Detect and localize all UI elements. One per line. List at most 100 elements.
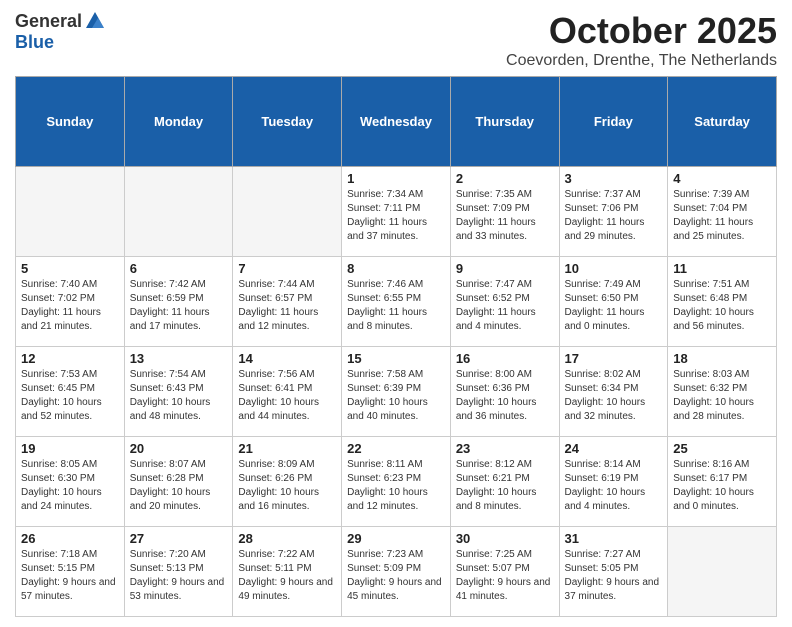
day-info: Sunrise: 7:56 AMSunset: 6:41 PMDaylight:… xyxy=(238,368,336,424)
day-number: 5 xyxy=(21,261,119,276)
day-number: 18 xyxy=(673,351,771,366)
month-title: October 2025 xyxy=(506,10,777,52)
day-info: Sunrise: 7:51 AMSunset: 6:48 PMDaylight:… xyxy=(673,278,771,334)
day-number: 26 xyxy=(21,531,119,546)
day-info: Sunrise: 8:14 AMSunset: 6:19 PMDaylight:… xyxy=(565,458,663,514)
day-info: Sunrise: 8:11 AMSunset: 6:23 PMDaylight:… xyxy=(347,458,445,514)
calendar-cell: 30Sunrise: 7:25 AMSunset: 5:07 PMDayligh… xyxy=(450,527,559,617)
day-number: 3 xyxy=(565,171,663,186)
day-number: 23 xyxy=(456,441,554,456)
calendar-cell: 9 Sunrise: 7:47 AMSunset: 6:52 PMDaylight… xyxy=(450,257,559,347)
day-number: 12 xyxy=(21,351,119,366)
day-number: 2 xyxy=(456,171,554,186)
calendar-cell: 18 Sunrise: 8:03 AMSunset: 6:32 PMDayligh… xyxy=(668,347,777,437)
calendar-cell: 23 Sunrise: 8:12 AMSunset: 6:21 PMDayligh… xyxy=(450,437,559,527)
day-info: Sunrise: 8:03 AMSunset: 6:32 PMDaylight:… xyxy=(673,368,771,424)
week-row-1: 5 Sunrise: 7:40 AMSunset: 7:02 PMDaylight… xyxy=(16,257,777,347)
calendar-cell: 7Sunrise: 7:44 AMSunset: 6:57 PMDaylight… xyxy=(233,257,342,347)
day-number: 16 xyxy=(456,351,554,366)
day-info: Sunrise: 7:22 AMSunset: 5:11 PMDaylight:… xyxy=(238,548,336,604)
calendar-cell: 26 Sunrise: 7:18 AMSunset: 5:15 PMDayligh… xyxy=(16,527,125,617)
calendar-cell xyxy=(16,167,125,257)
logo: General Blue xyxy=(15,10,106,53)
day-number: 10 xyxy=(565,261,663,276)
calendar-cell: 16 Sunrise: 8:00 AMSunset: 6:36 PMDayligh… xyxy=(450,347,559,437)
day-info: Sunrise: 8:16 AMSunset: 6:17 PMDaylight:… xyxy=(673,458,771,514)
day-number: 8 xyxy=(347,261,445,276)
day-number: 29 xyxy=(347,531,445,546)
day-info: Sunrise: 7:35 AMSunset: 7:09 PMDaylight:… xyxy=(456,188,554,244)
weekday-header-sunday: Sunday xyxy=(16,77,125,167)
calendar-cell: 29 Sunrise: 7:23 AMSunset: 5:09 PMDayligh… xyxy=(342,527,451,617)
calendar-cell: 17 Sunrise: 8:02 AMSunset: 6:34 PMDayligh… xyxy=(559,347,668,437)
weekday-header-wednesday: Wednesday xyxy=(342,77,451,167)
day-info: Sunrise: 7:49 AMSunset: 6:50 PMDaylight:… xyxy=(565,278,663,334)
day-info: Sunrise: 8:09 AMSunset: 6:26 PMDaylight:… xyxy=(238,458,336,514)
calendar-cell xyxy=(233,167,342,257)
day-info: Sunrise: 8:07 AMSunset: 6:28 PMDaylight:… xyxy=(130,458,228,514)
day-info: Sunrise: 7:34 AMSunset: 7:11 PMDaylight:… xyxy=(347,188,445,244)
day-info: Sunrise: 8:05 AMSunset: 6:30 PMDaylight:… xyxy=(21,458,119,514)
week-row-4: 26 Sunrise: 7:18 AMSunset: 5:15 PMDayligh… xyxy=(16,527,777,617)
calendar-cell: 19 Sunrise: 8:05 AMSunset: 6:30 PMDayligh… xyxy=(16,437,125,527)
calendar-cell: 13 Sunrise: 7:54 AMSunset: 6:43 PMDayligh… xyxy=(124,347,233,437)
day-number: 25 xyxy=(673,441,771,456)
day-number: 24 xyxy=(565,441,663,456)
day-number: 22 xyxy=(347,441,445,456)
calendar-cell: 10 Sunrise: 7:49 AMSunset: 6:50 PMDayligh… xyxy=(559,257,668,347)
week-row-3: 19 Sunrise: 8:05 AMSunset: 6:30 PMDayligh… xyxy=(16,437,777,527)
weekday-header-row: SundayMondayTuesdayWednesdayThursdayFrid… xyxy=(16,77,777,167)
day-info: Sunrise: 7:25 AMSunset: 5:07 PMDaylight:… xyxy=(456,548,554,604)
calendar-cell: 24 Sunrise: 8:14 AMSunset: 6:19 PMDayligh… xyxy=(559,437,668,527)
calendar-table: SundayMondayTuesdayWednesdayThursdayFrid… xyxy=(15,76,777,617)
calendar-cell: 8 Sunrise: 7:46 AMSunset: 6:55 PMDaylight… xyxy=(342,257,451,347)
day-number: 7 xyxy=(238,261,336,276)
day-number: 31 xyxy=(565,531,663,546)
day-number: 27 xyxy=(130,531,228,546)
day-number: 4 xyxy=(673,171,771,186)
calendar-cell xyxy=(124,167,233,257)
calendar-cell: 4Sunrise: 7:39 AMSunset: 7:04 PMDaylight… xyxy=(668,167,777,257)
day-number: 19 xyxy=(21,441,119,456)
week-row-0: 1Sunrise: 7:34 AMSunset: 7:11 PMDaylight… xyxy=(16,167,777,257)
day-number: 15 xyxy=(347,351,445,366)
day-info: Sunrise: 7:42 AMSunset: 6:59 PMDaylight:… xyxy=(130,278,228,334)
day-info: Sunrise: 7:47 AMSunset: 6:52 PMDaylight:… xyxy=(456,278,554,334)
day-info: Sunrise: 8:12 AMSunset: 6:21 PMDaylight:… xyxy=(456,458,554,514)
week-row-2: 12 Sunrise: 7:53 AMSunset: 6:45 PMDayligh… xyxy=(16,347,777,437)
day-number: 21 xyxy=(238,441,336,456)
calendar-cell: 1Sunrise: 7:34 AMSunset: 7:11 PMDaylight… xyxy=(342,167,451,257)
day-number: 9 xyxy=(456,261,554,276)
calendar-cell: 12 Sunrise: 7:53 AMSunset: 6:45 PMDayligh… xyxy=(16,347,125,437)
weekday-header-tuesday: Tuesday xyxy=(233,77,342,167)
location: Coevorden, Drenthe, The Netherlands xyxy=(506,52,777,70)
weekday-header-friday: Friday xyxy=(559,77,668,167)
weekday-header-monday: Monday xyxy=(124,77,233,167)
day-info: Sunrise: 7:40 AMSunset: 7:02 PMDaylight:… xyxy=(21,278,119,334)
day-info: Sunrise: 7:18 AMSunset: 5:15 PMDaylight:… xyxy=(21,548,119,604)
day-info: Sunrise: 7:27 AMSunset: 5:05 PMDaylight:… xyxy=(565,548,663,604)
day-number: 6 xyxy=(130,261,228,276)
day-info: Sunrise: 7:58 AMSunset: 6:39 PMDaylight:… xyxy=(347,368,445,424)
day-info: Sunrise: 7:53 AMSunset: 6:45 PMDaylight:… xyxy=(21,368,119,424)
logo-blue-text: Blue xyxy=(15,32,54,52)
day-info: Sunrise: 8:00 AMSunset: 6:36 PMDaylight:… xyxy=(456,368,554,424)
calendar-cell: 2 Sunrise: 7:35 AMSunset: 7:09 PMDaylight… xyxy=(450,167,559,257)
day-number: 28 xyxy=(238,531,336,546)
day-info: Sunrise: 7:20 AMSunset: 5:13 PMDaylight:… xyxy=(130,548,228,604)
day-info: Sunrise: 7:37 AMSunset: 7:06 PMDaylight:… xyxy=(565,188,663,244)
day-number: 11 xyxy=(673,261,771,276)
day-info: Sunrise: 7:54 AMSunset: 6:43 PMDaylight:… xyxy=(130,368,228,424)
calendar-cell: 3 Sunrise: 7:37 AMSunset: 7:06 PMDaylight… xyxy=(559,167,668,257)
day-number: 17 xyxy=(565,351,663,366)
logo-general-text: General xyxy=(15,11,82,32)
header: General Blue October 2025 Coevorden, Dre… xyxy=(15,10,777,70)
day-number: 13 xyxy=(130,351,228,366)
page-container: General Blue October 2025 Coevorden, Dre… xyxy=(0,0,792,627)
calendar-cell: 25 Sunrise: 8:16 AMSunset: 6:17 PMDayligh… xyxy=(668,437,777,527)
calendar-cell: 15 Sunrise: 7:58 AMSunset: 6:39 PMDayligh… xyxy=(342,347,451,437)
day-info: Sunrise: 7:23 AMSunset: 5:09 PMDaylight:… xyxy=(347,548,445,604)
day-info: Sunrise: 8:02 AMSunset: 6:34 PMDaylight:… xyxy=(565,368,663,424)
calendar-cell: 20Sunrise: 8:07 AMSunset: 6:28 PMDayligh… xyxy=(124,437,233,527)
day-info: Sunrise: 7:46 AMSunset: 6:55 PMDaylight:… xyxy=(347,278,445,334)
